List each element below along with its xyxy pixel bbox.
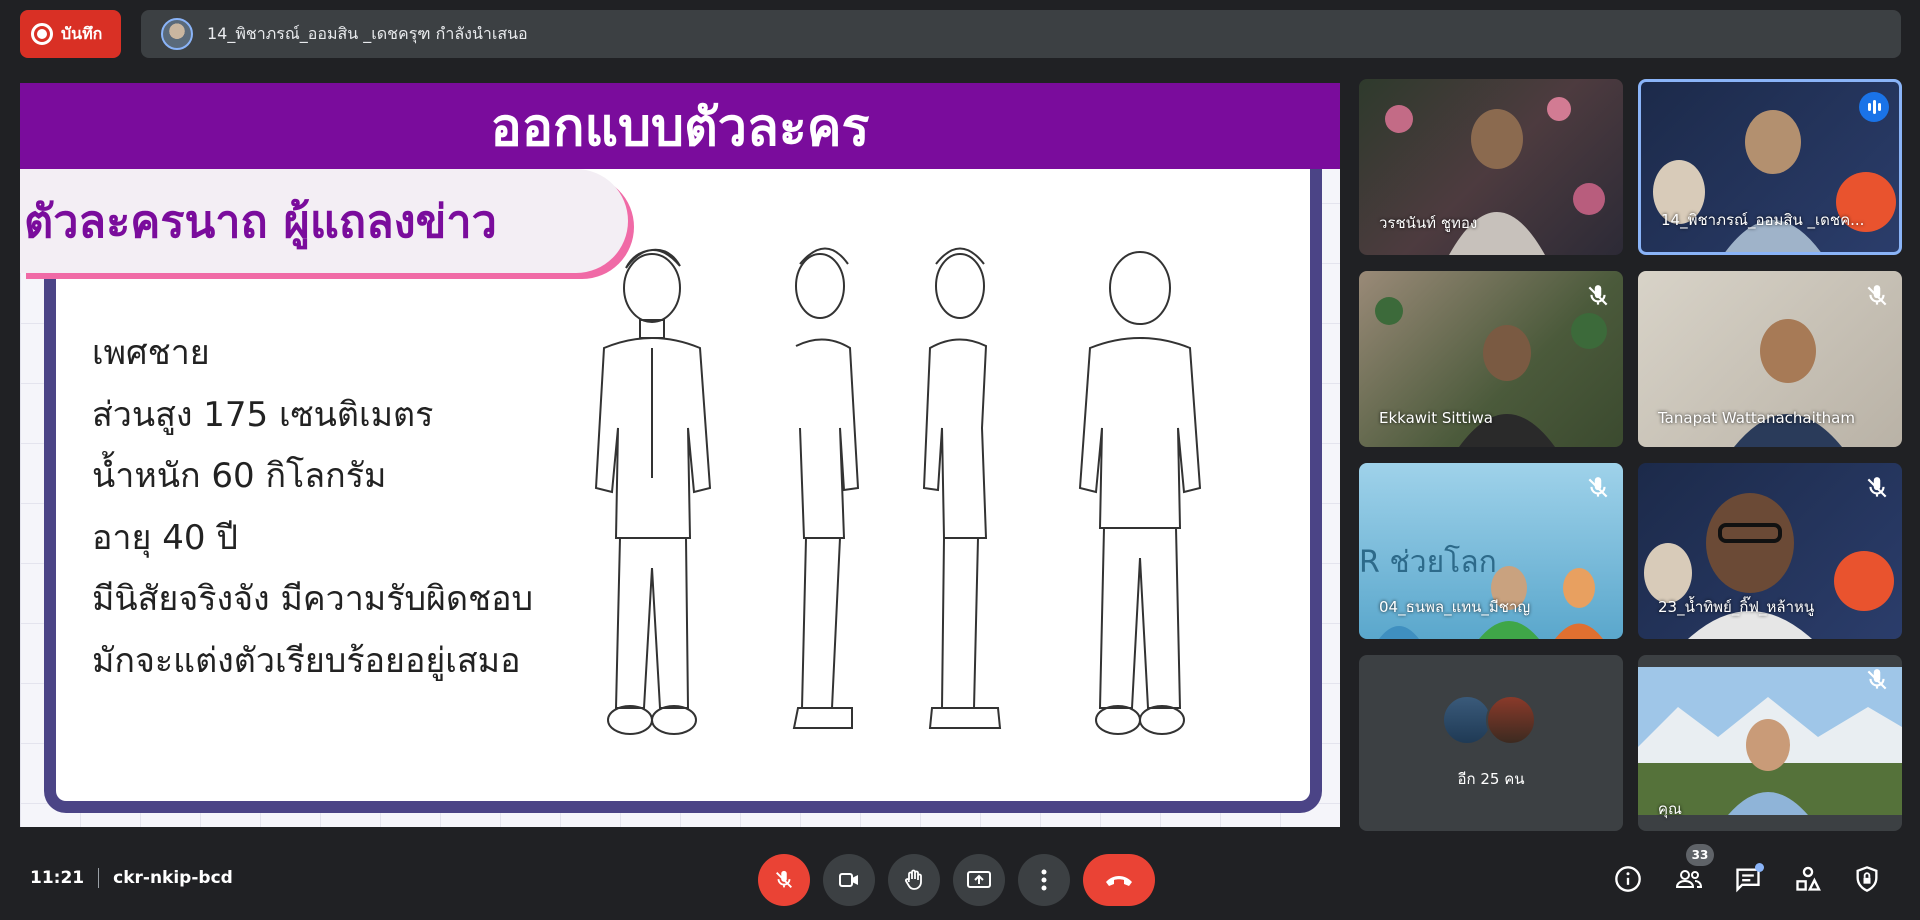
bottom-bar: 11:21 ckr-nkip-bcd 33 — [0, 835, 1920, 920]
leave-call-button[interactable] — [1083, 854, 1155, 906]
participant-name: Tanapat Wattanachaitham — [1658, 409, 1855, 427]
camera-toggle-button[interactable] — [823, 854, 875, 906]
participant-tile[interactable]: Ekkawit Sittiwa — [1359, 271, 1623, 447]
participant-name: คุณ — [1658, 800, 1682, 818]
record-button[interactable]: บันทึก — [20, 10, 121, 58]
present-screen-button[interactable] — [953, 854, 1005, 906]
people-icon — [1675, 870, 1703, 888]
participant-tile[interactable]: Tanapat Wattanachaitham — [1638, 271, 1902, 447]
record-label: บันทึก — [61, 23, 103, 43]
character-title-text: ตัวละครนาถ ผู้แถลงข่าว — [24, 195, 497, 248]
detail-line: ส่วนสูง 175 เซนติเมตร — [92, 394, 434, 435]
presenter-text: 14_พิชาภรณ์_ออมสิน _เดชครุฑ กำลังนำเสนอ — [207, 23, 528, 43]
presenter-avatar — [161, 18, 193, 50]
people-button[interactable] — [1671, 861, 1707, 897]
participant-tile-active-speaker[interactable]: 14_พิชาภรณ์_ออมสิน _เดชค... — [1638, 79, 1902, 255]
clock-time: 11:21 — [30, 868, 85, 888]
participant-name: วรชนันท์ ชูทอง — [1379, 214, 1478, 232]
meeting-info: 11:21 ckr-nkip-bcd — [30, 868, 233, 888]
mic-off-icon — [1867, 477, 1887, 498]
participant-tile[interactable]: R ช่วยโลก 04_ธนพล_แทน_มีชาญ — [1359, 463, 1623, 639]
record-icon — [31, 23, 53, 45]
participant-name: 04_ธนพล_แทน_มีชาญ — [1379, 598, 1531, 616]
host-controls-button[interactable] — [1849, 861, 1885, 897]
video-camera-icon — [839, 873, 858, 887]
speaking-indicator-icon — [1859, 92, 1889, 122]
hand-icon — [905, 869, 922, 890]
avatar — [1442, 695, 1492, 745]
participant-count-badge: 33 — [1686, 844, 1714, 866]
activities-button[interactable] — [1790, 861, 1826, 897]
self-view-tile[interactable]: คุณ — [1638, 655, 1902, 831]
character-title: ตัวละครนาถ ผู้แถลงข่าว — [20, 169, 628, 273]
meeting-details-button[interactable] — [1610, 861, 1646, 897]
chat-button[interactable] — [1730, 861, 1766, 897]
more-participants-avatars — [1442, 695, 1536, 745]
detail-line: มักจะแต่งตัวเรียบร้อยอยู่เสมอ — [92, 640, 521, 681]
participant-tile[interactable]: 23_น้ำทิพย์_กิ๊ฟ_หล้าหนู — [1638, 463, 1902, 639]
figure-side-right — [792, 247, 860, 729]
participant-tile[interactable]: วรชนันท์ ชูทอง — [1359, 79, 1623, 255]
avatar — [1486, 695, 1536, 745]
more-participants-label: อีก 25 คน — [1457, 770, 1525, 788]
detail-line: มีนิสัยจริงจัง มีความรับผิดชอบ — [92, 579, 534, 619]
mic-off-icon — [1867, 669, 1887, 690]
mic-toggle-button[interactable] — [758, 854, 810, 906]
activities-icon — [1796, 866, 1821, 891]
figure-back — [1078, 251, 1202, 735]
slide-header: ออกแบบตัวละคร — [20, 83, 1340, 169]
figure-front — [594, 248, 712, 735]
mic-off-icon — [1588, 285, 1608, 306]
detail-line: อายุ 40 ปี — [92, 517, 238, 558]
mic-off-icon — [1867, 285, 1887, 306]
more-vertical-icon — [1041, 869, 1047, 891]
top-bar: บันทึก 14_พิชาภรณ์_ออมสิน _เดชครุฑ กำลัง… — [0, 0, 1920, 70]
meeting-code: ckr-nkip-bcd — [113, 868, 233, 888]
character-turnaround-sketch — [594, 247, 1202, 735]
shield-lock-icon — [1856, 866, 1878, 892]
mic-off-icon — [1588, 477, 1608, 498]
raise-hand-button[interactable] — [888, 854, 940, 906]
detail-line: เพศชาย — [92, 333, 210, 373]
shared-slide: ออกแบบตัวละคร ตัวละครนาถ ผู้แถลงข่าว เพศ… — [20, 83, 1340, 827]
present-screen-icon — [967, 871, 991, 888]
info-icon — [1615, 866, 1641, 892]
figure-side-left — [922, 247, 1002, 729]
mic-off-icon — [776, 870, 792, 888]
more-options-button[interactable] — [1018, 854, 1070, 906]
presenter-bar[interactable]: 14_พิชาภรณ์_ออมสิน _เดชครุฑ กำลังนำเสนอ — [141, 10, 1901, 58]
participant-name: Ekkawit Sittiwa — [1379, 409, 1493, 427]
unread-dot — [1755, 863, 1764, 872]
character-details: เพศชาย ส่วนสูง 175 เซนติเมตร น้ำหนัก 60 … — [92, 323, 533, 692]
participant-name: 14_พิชาภรณ์_ออมสิน _เดชค... — [1661, 211, 1865, 229]
end-call-icon — [1106, 876, 1132, 886]
divider — [98, 868, 100, 888]
more-participants-tile[interactable]: อีก 25 คน — [1359, 655, 1623, 831]
participant-name: 23_น้ำทิพย์_กิ๊ฟ_หล้าหนู — [1658, 598, 1815, 616]
detail-line: น้ำหนัก 60 กิโลกรัม — [92, 456, 387, 496]
